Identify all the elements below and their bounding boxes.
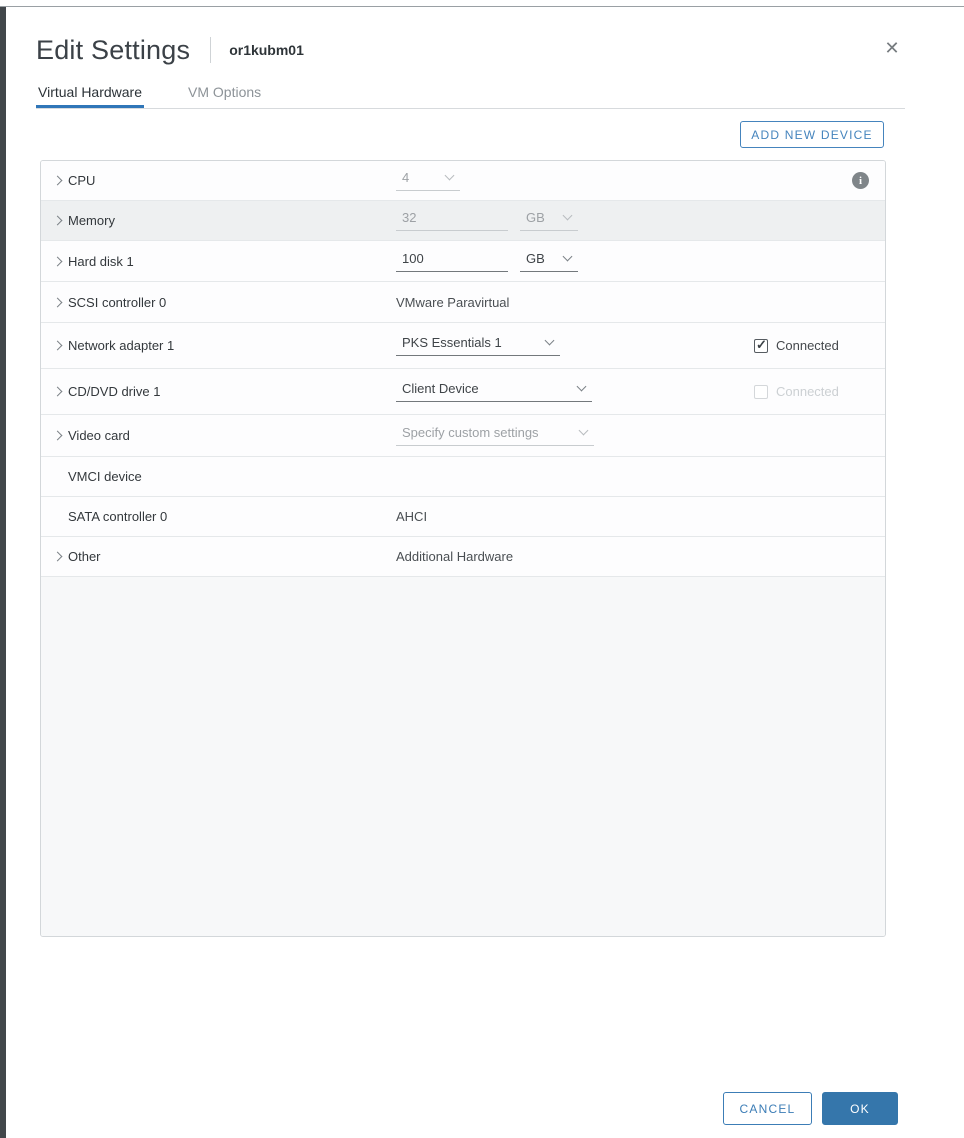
row-label: Network adapter 1: [68, 338, 175, 353]
checkbox-checked-icon: [754, 337, 768, 353]
hardware-list: CPU 4 i Memory 32 GB Hard disk 1 100 GB …: [40, 160, 886, 937]
row-cd-dvd-drive-1: CD/DVD drive 1 Client Device Connected: [41, 369, 885, 415]
cd-connected-checkbox: Connected: [754, 384, 839, 399]
row-vmci-device: VMCI device: [41, 457, 885, 497]
expand-chevron-icon[interactable]: [52, 340, 63, 351]
expand-chevron-icon[interactable]: [52, 430, 63, 441]
video-settings-select[interactable]: Specify custom settings: [396, 425, 594, 446]
memory-unit-select[interactable]: GB: [520, 210, 578, 231]
row-other: Other Additional Hardware: [41, 537, 885, 577]
modal-top-border: [0, 6, 964, 7]
row-cpu: CPU 4 i: [41, 161, 885, 201]
other-hardware-text: Additional Hardware: [396, 549, 514, 564]
edit-settings-dialog: Edit Settings or1kubm01 ✕ Virtual Hardwa…: [0, 0, 964, 1138]
row-label: Memory: [68, 213, 115, 228]
title-divider: [210, 37, 212, 63]
dialog-footer: CANCEL OK: [0, 1092, 898, 1126]
cpu-count-select[interactable]: 4: [396, 170, 460, 191]
add-new-device-button[interactable]: ADD NEW DEVICE: [740, 121, 884, 148]
chevron-down-icon: [544, 335, 555, 346]
disk-unit-select[interactable]: GB: [520, 251, 578, 272]
expand-chevron-icon[interactable]: [52, 297, 63, 307]
network-connected-checkbox[interactable]: Connected: [754, 337, 839, 353]
row-network-adapter-1: Network adapter 1 PKS Essentials 1 Conne…: [41, 323, 885, 369]
chevron-down-icon: [576, 381, 587, 392]
close-icon[interactable]: ✕: [880, 36, 904, 60]
scsi-controller-type: VMware Paravirtual: [396, 294, 510, 310]
expand-chevron-icon[interactable]: [52, 175, 63, 186]
row-hard-disk-1: Hard disk 1 100 GB: [41, 241, 885, 282]
page-title: Edit Settings: [36, 34, 191, 65]
chevron-down-icon: [578, 425, 589, 436]
expand-chevron-icon[interactable]: [52, 215, 63, 226]
tab-vm-options[interactable]: VM Options: [186, 80, 263, 108]
expand-chevron-icon[interactable]: [52, 256, 63, 266]
row-sata-controller-0: SATA controller 0 AHCI: [41, 497, 885, 537]
ok-button[interactable]: OK: [822, 1092, 898, 1125]
row-video-card: Video card Specify custom settings: [41, 415, 885, 457]
row-label: Other: [68, 549, 101, 564]
cancel-button[interactable]: CANCEL: [723, 1092, 812, 1125]
chevron-down-icon: [444, 170, 455, 181]
memory-size-input[interactable]: 32: [396, 210, 508, 231]
expand-chevron-icon[interactable]: [52, 386, 63, 397]
row-label: Video card: [68, 428, 130, 443]
expand-chevron-icon[interactable]: [52, 551, 63, 562]
chevron-down-icon: [562, 251, 573, 261]
row-scsi-controller-0: SCSI controller 0 VMware Paravirtual: [41, 282, 885, 323]
row-label: CD/DVD drive 1: [68, 384, 161, 399]
disk-size-input[interactable]: 100: [396, 251, 508, 272]
network-select[interactable]: PKS Essentials 1: [396, 335, 560, 356]
cd-dvd-select[interactable]: Client Device: [396, 381, 592, 402]
row-label: CPU: [68, 173, 96, 188]
row-label: VMCI device: [68, 469, 142, 484]
vm-name: or1kubm01: [229, 42, 304, 58]
row-label: SATA controller 0: [68, 509, 168, 524]
info-icon[interactable]: i: [852, 172, 869, 189]
tab-bar: Virtual Hardware VM Options: [36, 80, 905, 109]
row-label: Hard disk 1: [68, 253, 134, 269]
background-app-strip: [0, 7, 6, 1138]
panel-empty-area: [41, 577, 885, 936]
row-memory: Memory 32 GB: [41, 201, 885, 241]
row-label: SCSI controller 0: [68, 294, 167, 310]
chevron-down-icon: [562, 210, 573, 221]
checkbox-unchecked-icon: [754, 384, 768, 399]
sata-controller-type: AHCI: [396, 509, 428, 524]
dialog-header: Edit Settings or1kubm01: [36, 30, 304, 70]
tab-virtual-hardware[interactable]: Virtual Hardware: [36, 80, 145, 108]
